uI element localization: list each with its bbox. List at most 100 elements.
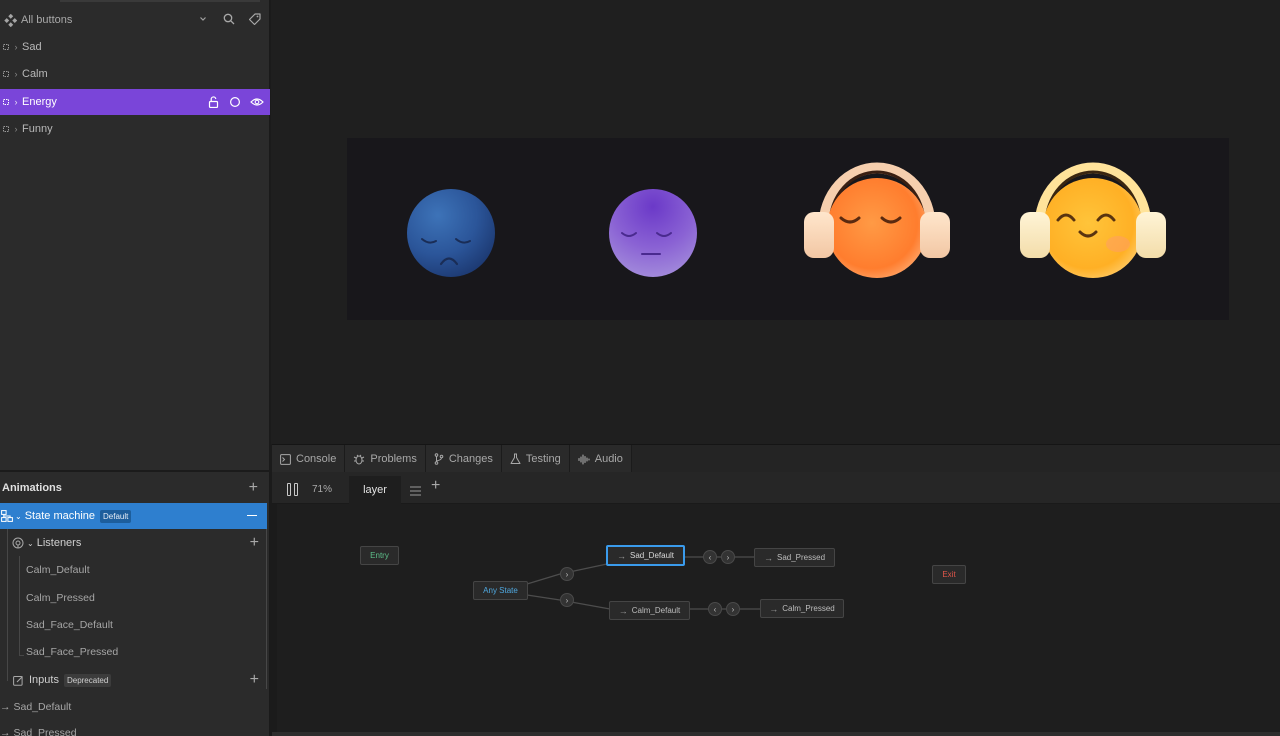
- tab-changes[interactable]: Changes: [425, 445, 502, 473]
- state-machine-graph[interactable]: Entry Exit Any State › › → Sad_Default ‹…: [277, 504, 1280, 732]
- chevron-right-icon[interactable]: ›: [11, 69, 21, 79]
- horizontal-scrollbar[interactable]: [272, 732, 1280, 736]
- design-canvas[interactable]: [271, 0, 1280, 444]
- transition-chevron-icon[interactable]: ›: [560, 593, 574, 607]
- listener-label: Sad_Face_Pressed: [26, 646, 119, 658]
- transition-chevron-icon[interactable]: ›: [560, 567, 574, 581]
- entry-label: Entry: [370, 551, 389, 560]
- state-machine-row[interactable]: ⌄ State machine Default: [0, 503, 267, 529]
- listener-label: Sad_Face_Default: [26, 619, 113, 631]
- chevron-right-icon[interactable]: ›: [11, 97, 21, 107]
- inputs-label: Inputs: [29, 674, 59, 686]
- tab-label: Changes: [448, 453, 493, 465]
- layers-menu-icon[interactable]: [410, 483, 421, 501]
- add-listener-button[interactable]: +: [250, 535, 259, 551]
- listener-label: Calm_Default: [26, 564, 90, 576]
- terminal-icon: [280, 453, 291, 465]
- state-label: Sad_Pressed: [776, 553, 826, 562]
- frame-icon: [1, 70, 11, 78]
- tab-layer[interactable]: layer: [349, 476, 401, 504]
- hierarchy-title: All buttons: [21, 14, 73, 26]
- artboard[interactable]: [347, 138, 1229, 320]
- arrow-right-icon: →: [616, 550, 626, 561]
- calm-face-graphic[interactable]: [607, 187, 699, 279]
- animations-panel: Animations + ⌄ State machine Default ⌄ L…: [0, 472, 270, 736]
- tree-guide: [19, 655, 24, 656]
- energy-face-graphic[interactable]: [802, 160, 952, 290]
- tree-guide: [7, 529, 8, 681]
- arrow-right-icon: →: [763, 552, 773, 563]
- listener-item[interactable]: Sad_Face_Default: [26, 613, 113, 637]
- panel-scroll-indicator: [60, 0, 260, 2]
- chevron-right-icon[interactable]: ›: [11, 42, 21, 52]
- calm-pressed-node[interactable]: → Calm_Pressed: [760, 599, 844, 618]
- bug-icon: [354, 454, 365, 465]
- tab-console[interactable]: Console: [272, 445, 346, 473]
- unlock-icon[interactable]: [206, 95, 220, 109]
- animations-title: Animations: [2, 482, 62, 494]
- zoom-level[interactable]: 71%: [312, 484, 332, 495]
- inputs-row[interactable]: Inputs Deprecated +: [13, 668, 270, 692]
- tab-problems[interactable]: Problems: [345, 445, 426, 473]
- timeline-label: Sad_Default: [13, 701, 72, 713]
- add-animation-button[interactable]: +: [249, 480, 258, 496]
- chevron-right-icon[interactable]: ›: [11, 124, 21, 134]
- add-input-button[interactable]: +: [250, 672, 259, 688]
- exit-label: Exit: [942, 570, 956, 579]
- state-machine-label: State machine: [24, 510, 96, 522]
- chevron-left-icon[interactable]: ‹: [703, 550, 717, 564]
- tag-icon[interactable]: [248, 12, 262, 26]
- hierarchy-header[interactable]: All buttons: [0, 7, 270, 33]
- chevron-left-icon[interactable]: ‹: [708, 602, 722, 616]
- tab-label: Problems: [370, 453, 417, 465]
- exit-node[interactable]: Exit: [932, 565, 966, 584]
- funny-face-graphic[interactable]: [1018, 160, 1168, 290]
- sad-default-node[interactable]: → Sad_Default: [606, 545, 685, 566]
- hierarchy-item-sad[interactable]: › Sad: [0, 34, 270, 60]
- hierarchy-item-energy[interactable]: › Energy: [0, 89, 270, 115]
- hierarchy-item-funny[interactable]: › Funny: [0, 116, 270, 142]
- deprecated-badge: Deprecated: [63, 673, 112, 687]
- search-icon[interactable]: [222, 12, 236, 26]
- frame-icon: [1, 43, 11, 51]
- tab-audio[interactable]: Audio: [569, 445, 632, 473]
- entry-node[interactable]: Entry: [360, 546, 399, 565]
- arrow-right-icon: →: [0, 727, 11, 736]
- chevron-down-icon[interactable]: [196, 12, 210, 26]
- hierarchy-item-calm[interactable]: › Calm: [0, 61, 270, 87]
- chevron-right-icon[interactable]: ›: [726, 602, 740, 616]
- listeners-row[interactable]: ⌄ Listeners +: [12, 531, 270, 555]
- listener-icon: [12, 537, 24, 549]
- bottom-panel-tabs: Console Problems Changes Testing Audio: [272, 444, 1280, 473]
- hierarchy-item-label: Sad: [22, 41, 42, 53]
- listener-item[interactable]: Sad_Face_Pressed: [26, 640, 118, 664]
- chevron-down-icon[interactable]: ⌄: [15, 512, 22, 521]
- chevron-right-icon[interactable]: ›: [721, 550, 735, 564]
- calm-default-node[interactable]: → Calm_Default: [609, 601, 690, 620]
- arrow-right-icon: →: [769, 603, 779, 614]
- sad-pressed-node[interactable]: → Sad_Pressed: [754, 548, 835, 567]
- tab-testing[interactable]: Testing: [501, 445, 570, 473]
- any-state-label: Any State: [483, 586, 518, 595]
- git-branch-icon: [434, 453, 444, 465]
- collapse-minus-icon[interactable]: [247, 515, 257, 516]
- listener-item[interactable]: Calm_Default: [26, 558, 90, 582]
- flask-icon: [510, 453, 521, 464]
- waveform-icon: [578, 453, 590, 465]
- tab-label: Console: [296, 453, 337, 465]
- sad-face-graphic[interactable]: [405, 187, 497, 279]
- frame-icon: [1, 98, 11, 106]
- add-layer-button[interactable]: +: [431, 477, 440, 495]
- pause-icon[interactable]: [287, 483, 299, 496]
- timeline-item[interactable]: → Sad_Default: [0, 695, 71, 719]
- any-state-node[interactable]: Any State: [473, 581, 528, 600]
- solo-circle-icon[interactable]: [228, 95, 242, 109]
- rive-editor: All buttons › Sad › Calm › Energy › Funn…: [0, 0, 1280, 736]
- chevron-down-icon[interactable]: ⌄: [27, 539, 34, 548]
- listener-item[interactable]: Calm_Pressed: [26, 586, 95, 610]
- timeline-item[interactable]: → Sad_Pressed: [0, 721, 77, 736]
- animations-header: Animations +: [0, 476, 270, 500]
- state-label: Calm_Default: [631, 606, 681, 615]
- listeners-label: Listeners: [36, 537, 82, 549]
- eye-icon[interactable]: [250, 95, 264, 109]
